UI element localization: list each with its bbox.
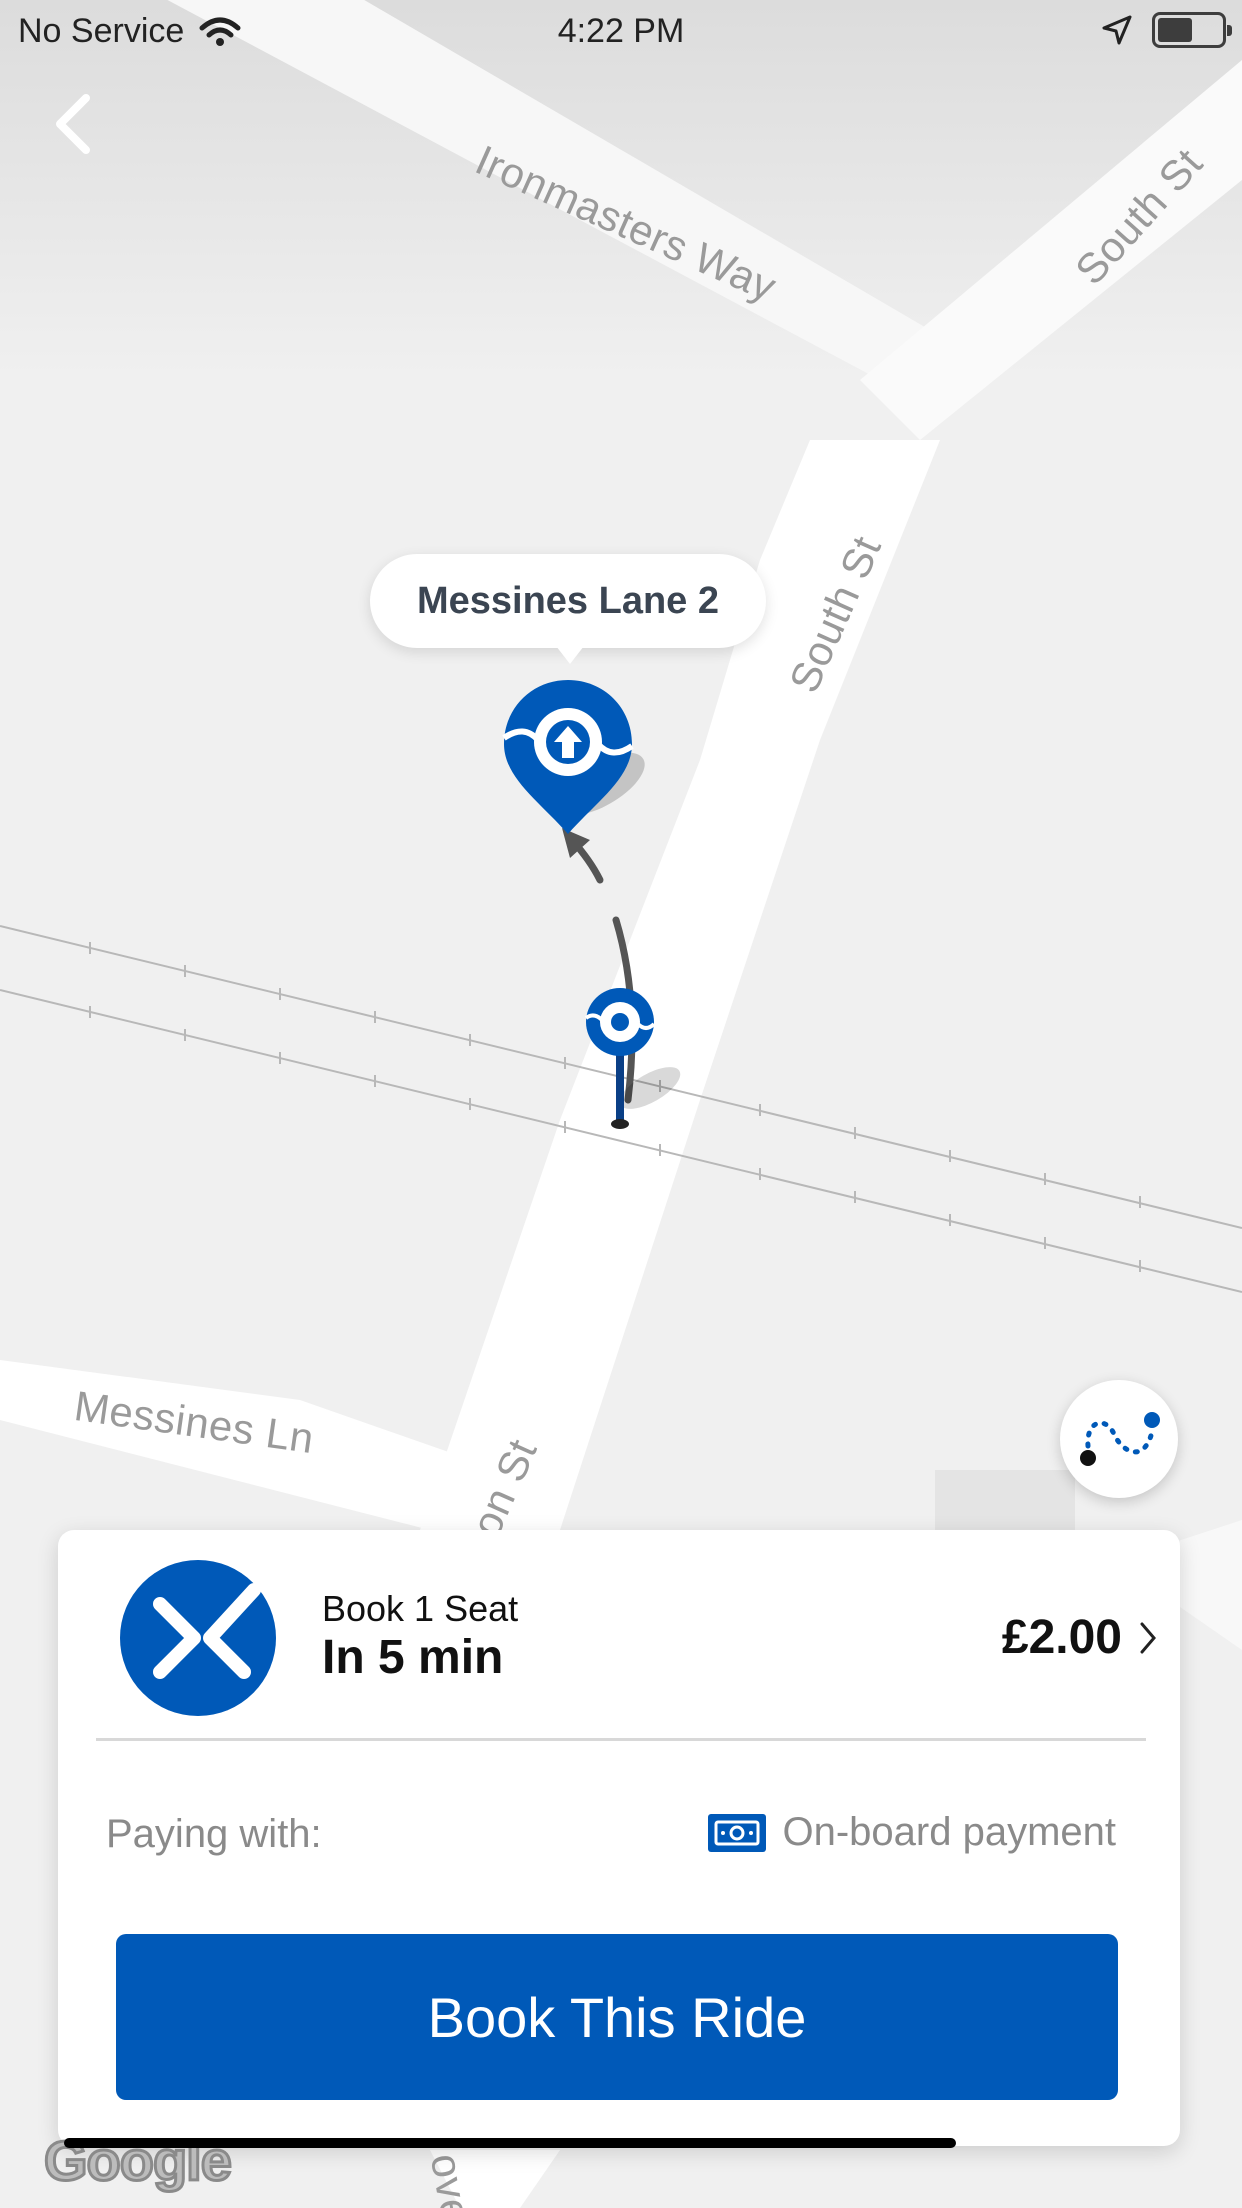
location-arrow-icon bbox=[1102, 15, 1132, 45]
ride-price: £2.00 bbox=[1001, 1611, 1122, 1664]
status-right bbox=[1102, 12, 1232, 48]
divider bbox=[96, 1738, 1146, 1741]
booking-card: Book 1 Seat In 5 min £2.00 Paying with: … bbox=[58, 1530, 1180, 2146]
ride-seat-count: Book 1 Seat bbox=[322, 1588, 519, 1629]
route-overview-button[interactable] bbox=[1060, 1380, 1178, 1498]
back-button[interactable] bbox=[40, 84, 120, 164]
cash-icon bbox=[708, 1813, 767, 1852]
current-location-pin-icon bbox=[584, 988, 681, 1129]
pickup-callout[interactable]: Messines Lane 2 bbox=[370, 554, 766, 664]
status-bar: No Service 4:22 PM bbox=[0, 0, 1242, 62]
home-indicator bbox=[64, 2138, 956, 2148]
route-icon bbox=[1080, 1412, 1160, 1466]
ride-eta: In 5 min bbox=[322, 1631, 504, 1684]
ride-option-row[interactable]: Book 1 Seat In 5 min £2.00 bbox=[58, 1530, 1180, 1740]
battery-icon bbox=[1152, 12, 1232, 48]
payment-method[interactable]: On-board payment bbox=[708, 1810, 1116, 1855]
status-time: 4:22 PM bbox=[557, 12, 685, 50]
payment-label: Paying with: bbox=[106, 1812, 322, 1856]
payment-method-label: On-board payment bbox=[782, 1810, 1116, 1854]
back-chevron-icon bbox=[56, 94, 90, 154]
book-ride-button[interactable]: Book This Ride bbox=[116, 1934, 1118, 2100]
chevron-right-icon bbox=[1140, 1622, 1156, 1654]
pickup-pin-icon[interactable] bbox=[500, 674, 660, 854]
brand-logo-icon bbox=[120, 1560, 276, 1716]
